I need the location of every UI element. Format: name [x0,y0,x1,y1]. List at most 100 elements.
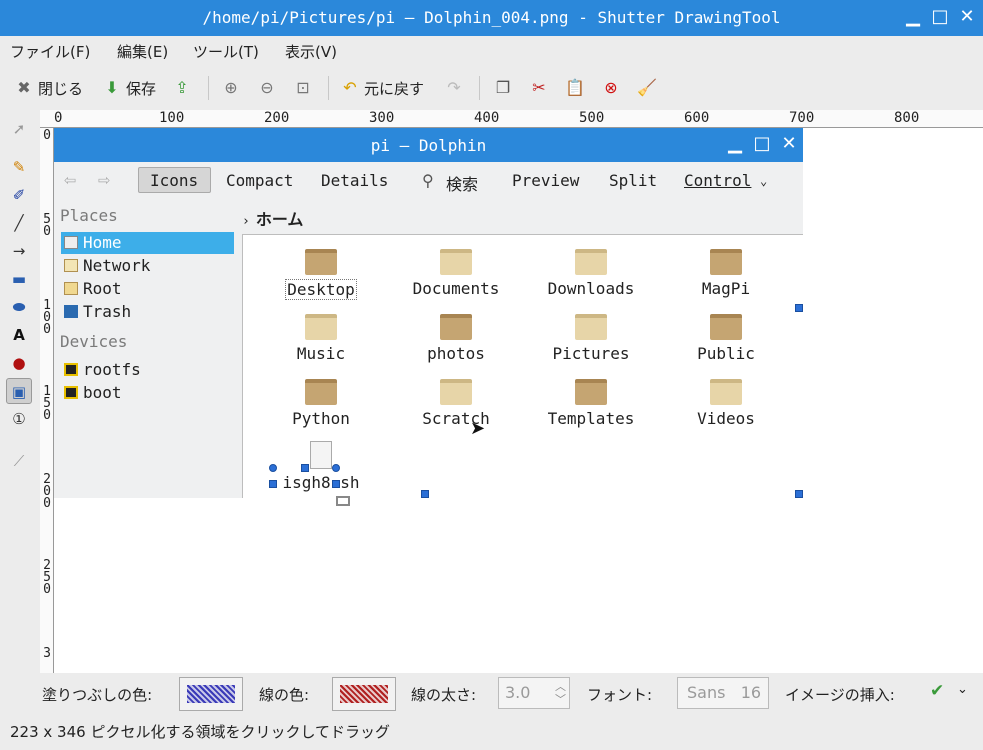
folder-icon [440,314,472,340]
places-panel: Places Home Network Root Trash Devices r… [54,202,240,498]
ruler-tick: 5 0 [43,212,51,239]
select-tool-icon[interactable]: ➚ [6,116,32,142]
close-window-button[interactable]: ✕ [956,6,978,28]
music-folder-icon [305,314,337,340]
maximize-button[interactable]: □ [929,6,951,28]
checkmark-icon[interactable]: ✔ [930,681,944,701]
file-item: isgh8.sh [261,441,381,492]
menu-bar: ファイル(F) 編集(E) ツール(T) 表示(V) [0,36,983,66]
cut-button[interactable]: ✂ [529,76,549,100]
paste-button[interactable]: 📋 [565,76,585,100]
place-label: Trash [83,302,132,321]
number-icon[interactable]: ① [6,406,32,432]
censor-icon[interactable]: ● [6,350,32,376]
copy-icon: ❐ [495,78,511,97]
menu-file[interactable]: ファイル(F) [10,41,90,62]
file-item: Videos [666,379,786,428]
zoom-100-icon: ⊡ [296,78,310,97]
search-button: 検索 [446,175,479,194]
text-icon[interactable]: A [6,322,32,348]
devices-header: Devices [60,332,128,351]
ruler-tick: 1 0 0 [43,298,51,337]
spin-down-icon[interactable]: ﹀ [555,685,566,715]
stroke-color-label: 線の色: [259,686,310,704]
device-rootfs: rootfs [61,359,234,381]
file-label: Templates [547,409,635,428]
zoom-100-button[interactable]: ⊡ [293,76,313,100]
selection-handle[interactable] [332,464,340,472]
paste-icon: 📋 [565,78,585,97]
videos-folder-icon [710,379,742,405]
chevron-down-icon[interactable]: ⌄ [957,682,968,697]
device-label: boot [83,383,122,402]
selection-handle[interactable] [421,490,429,498]
pixelate-icon[interactable]: ▣ [6,378,32,404]
highlighter-icon[interactable]: ✐ [6,182,32,208]
stroke-color-swatch [340,685,388,703]
clear-button[interactable]: 🧹 [637,76,657,100]
crop-icon[interactable]: ⟋ [6,448,32,474]
delete-button[interactable]: ⊗ [601,76,621,100]
ruler-tick: 100 [159,110,185,126]
fill-color-swatch [187,685,235,703]
place-label: Network [83,256,151,275]
redo-button[interactable]: ↷ [444,76,464,100]
close-button[interactable]: ✖ 閉じる [14,76,83,100]
selection-handle[interactable] [301,464,309,472]
folder-icon [710,314,742,340]
ruler-tick: 300 [369,110,395,126]
undo-button[interactable]: ↶ 元に戻す [340,76,424,100]
zoom-out-button[interactable]: ⊖ [257,76,277,100]
menu-view[interactable]: 表示(V) [285,41,337,62]
save-button[interactable]: ⬇ 保存 [102,76,156,100]
dolphin-title: pi — Dolphin [370,136,487,155]
copy-button[interactable]: ❐ [493,76,513,100]
device-boot: boot [61,382,234,404]
horizontal-ruler: 0 100 200 300 400 500 600 700 800 [40,110,983,128]
dolphin-minimize-icon: ▁ [728,133,742,154]
pencil-icon[interactable]: ✎ [6,154,32,180]
fill-color-button[interactable] [179,677,243,711]
dolphin-title-bar: pi — Dolphin ▁ □ ✕ [54,128,803,162]
main-toolbar: ✖ 閉じる ⬇ 保存 ⇪ ⊕ ⊖ ⊡ ↶ 元に戻す ↷ ❐ ✂ 📋 ⊗ 🧹 [0,68,983,108]
properties-bar: 塗りつぶしの色: 線の色: 線の太さ: 3.0 ︿ ﹀ フォント: Sans 16 … [0,673,983,715]
file-item: Python [261,379,381,428]
ellipse-icon[interactable]: ⬬ [6,294,32,320]
ruler-tick: 600 [684,110,710,126]
selection-handle[interactable] [269,480,277,488]
arrow-icon[interactable]: → [6,238,32,264]
pictures-folder-icon [575,314,607,340]
selection-handle[interactable] [269,464,277,472]
dolphin-maximize-icon: □ [753,133,771,154]
device-label: rootfs [83,360,141,379]
line-width-spinner[interactable]: 3.0 ︿ ﹀ [498,677,570,709]
ruler-tick: 3 [43,646,51,661]
zoom-in-button[interactable]: ⊕ [221,76,241,100]
ruler-tick: 0 [43,128,51,143]
preview-button: Preview [512,171,580,190]
stroke-color-button[interactable] [332,677,396,711]
dolphin-close-icon: ✕ [781,133,797,154]
resize-grip-icon[interactable] [336,496,350,506]
selection-handle[interactable] [795,304,803,312]
search-icon: ⚲ [422,171,434,190]
selection-handle[interactable] [795,490,803,498]
file-label: Public [697,344,755,363]
ruler-tick: 0 [54,110,63,126]
line-icon[interactable]: ╱ [6,210,32,236]
rectangle-icon[interactable]: ▬ [6,266,32,292]
file-item: Pictures [531,314,651,363]
font-button[interactable]: Sans 16 [677,677,769,709]
places-header: Places [60,206,118,225]
breadcrumb-label: ホーム [255,210,304,229]
drive-icon [64,363,78,376]
selection-handle[interactable] [332,480,340,488]
upload-button[interactable]: ⇪ [172,76,192,100]
file-view: Desktop Documents Downloads MagPi Music … [242,234,803,498]
file-label: Documents [412,279,500,298]
minimize-button[interactable]: ▁ [902,6,924,28]
menu-edit[interactable]: 編集(E) [117,41,168,62]
close-label: 閉じる [38,79,84,98]
file-item: Downloads [531,249,651,298]
menu-tools[interactable]: ツール(T) [193,41,259,62]
